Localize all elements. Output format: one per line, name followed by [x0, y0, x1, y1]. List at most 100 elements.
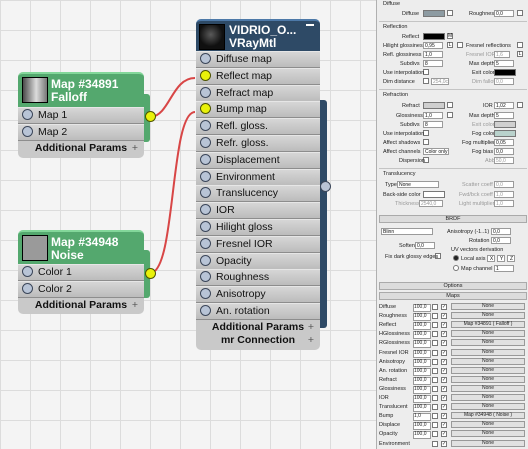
map-enable-checkbox[interactable]: [432, 431, 438, 438]
map-channel-spinner[interactable]: 1: [494, 265, 514, 272]
refract-subdivs-spinner[interactable]: 8: [423, 121, 443, 128]
vraymtl-slot-refl-gloss[interactable]: Refl. gloss.: [196, 118, 320, 136]
map-enable-checkbox[interactable]: [432, 440, 438, 447]
vraymtl-slot-refr-gloss[interactable]: Refr. gloss.: [196, 135, 320, 152]
expand-icon[interactable]: +: [308, 321, 314, 334]
map-enable-checkbox[interactable]: ✓: [441, 331, 447, 338]
input-socket[interactable]: [22, 126, 33, 137]
hilight-glossiness-spinner[interactable]: 0,95: [423, 42, 443, 49]
rotation-spinner[interactable]: 0,0: [491, 237, 511, 244]
map-enable-checkbox[interactable]: [432, 395, 438, 401]
dim-falloff-spinner[interactable]: 0,0: [494, 78, 514, 85]
map-enable-checkbox[interactable]: ✓: [441, 322, 447, 329]
expand-icon[interactable]: +: [132, 142, 138, 155]
input-socket[interactable]: [200, 170, 211, 182]
map-slot-button[interactable]: None: [451, 430, 525, 438]
diffuse-color-swatch[interactable]: [423, 10, 445, 17]
input-socket[interactable]: [200, 221, 211, 232]
reflect-map-button[interactable]: M: [447, 33, 453, 39]
reflect-exit-color-swatch[interactable]: [494, 69, 516, 76]
map-enable-checkbox[interactable]: ✓: [441, 313, 447, 320]
map-slot-button[interactable]: Map #34891 ( Falloff ): [451, 321, 525, 329]
vraymtl-slot-anisotropy[interactable]: Anisotropy: [196, 286, 320, 304]
map-enable-checkbox[interactable]: [432, 358, 438, 365]
input-socket[interactable]: [200, 187, 211, 199]
map-enable-checkbox[interactable]: ✓: [441, 304, 447, 310]
map-enable-checkbox[interactable]: ✓: [441, 413, 447, 420]
map-amount-spinner[interactable]: 100,0: [413, 322, 431, 331]
map-slot-button[interactable]: None: [451, 303, 525, 310]
expand-icon[interactable]: +: [132, 299, 138, 312]
diffuse-map-button[interactable]: [447, 10, 453, 16]
map-enable-checkbox[interactable]: [432, 404, 438, 411]
map-amount-spinner[interactable]: 100,0: [413, 313, 431, 322]
map-slot-button[interactable]: None: [451, 403, 525, 411]
light-multiplier-spinner[interactable]: 1,0: [494, 200, 514, 207]
input-socket[interactable]: [200, 288, 211, 300]
input-socket[interactable]: [200, 86, 211, 98]
map-enable-checkbox[interactable]: [432, 367, 438, 374]
axis-z-button[interactable]: Z: [507, 255, 515, 262]
map-enable-checkbox[interactable]: [432, 313, 438, 320]
node-canvas[interactable]: VIDRIO_O... VRayMtl Diffuse map Reflect m…: [0, 0, 376, 449]
vraymtl-slot-bump-map[interactable]: Bump map: [196, 101, 320, 119]
falloff-output-socket[interactable]: [145, 111, 156, 122]
roughness-spinner[interactable]: 0,0: [494, 10, 514, 17]
falloff-map-node[interactable]: Map #34891 Falloff Map 1 Map 2 Additiona…: [18, 72, 144, 158]
vraymtl-slot-fresnel-ior[interactable]: Fresnel IOR: [196, 235, 320, 253]
vraymtl-slot-roughness[interactable]: Roughness: [196, 269, 320, 287]
input-socket[interactable]: [200, 120, 211, 132]
map-amount-spinner[interactable]: 100,0: [413, 431, 431, 440]
map-enable-checkbox[interactable]: [432, 385, 438, 392]
map-amount-spinner[interactable]: 100,0: [413, 340, 431, 349]
map-enable-checkbox[interactable]: ✓: [441, 385, 447, 392]
input-socket[interactable]: [200, 271, 211, 283]
maps-rollout-header[interactable]: Maps: [379, 292, 527, 300]
additional-params-rollout[interactable]: Additional Params +: [18, 299, 144, 312]
map-enable-checkbox[interactable]: ✓: [441, 440, 447, 447]
refract-map-button[interactable]: [447, 102, 453, 108]
vraymtl-slot-environment[interactable]: Environment: [196, 168, 320, 186]
map-enable-checkbox[interactable]: [432, 322, 438, 329]
dim-distance-spinner[interactable]: 254,0c: [431, 78, 449, 85]
vraymtl-node-header[interactable]: VIDRIO_O... VRayMtl: [196, 19, 320, 53]
refract-max-depth-spinner[interactable]: 5: [494, 112, 514, 119]
map-enable-checkbox[interactable]: ✓: [441, 404, 447, 411]
reflect-subdivs-spinner[interactable]: 8: [423, 60, 443, 67]
vraymtl-slot-diffuse-map[interactable]: Diffuse map: [196, 51, 320, 68]
map-amount-spinner[interactable]: 100,0: [413, 367, 431, 376]
refract-color-swatch[interactable]: [423, 102, 445, 109]
map-amount-spinner[interactable]: 100,0: [413, 395, 431, 403]
falloff-slot-map-1[interactable]: Map 1: [18, 107, 144, 124]
map-slot-button[interactable]: Map #34948 ( Noise ): [451, 412, 525, 420]
input-socket[interactable]: [200, 204, 211, 216]
map-enable-checkbox[interactable]: ✓: [441, 422, 447, 429]
anisotropy-spinner[interactable]: 0,0: [491, 228, 511, 235]
map-slot-button[interactable]: None: [451, 421, 525, 429]
vraymtl-slot-opacity[interactable]: Opacity: [196, 252, 320, 270]
map-enable-checkbox[interactable]: [432, 376, 438, 383]
map-enable-checkbox[interactable]: [432, 340, 438, 347]
map-slot-button[interactable]: None: [451, 357, 525, 365]
input-socket[interactable]: [200, 69, 211, 81]
vraymtl-node[interactable]: VIDRIO_O... VRayMtl Diffuse map Reflect m…: [196, 19, 320, 350]
fresnel-ior-lock[interactable]: L: [517, 51, 523, 57]
map-amount-spinner[interactable]: 100,0: [413, 376, 431, 385]
fresnel-lock-button[interactable]: [517, 42, 523, 48]
affect-channels-dropdown[interactable]: Color only: [423, 148, 449, 155]
input-socket[interactable]: [200, 53, 211, 64]
reflect-max-depth-spinner[interactable]: 5: [494, 60, 514, 67]
map-enable-checkbox[interactable]: ✓: [441, 395, 447, 401]
local-axis-radio[interactable]: [453, 255, 459, 261]
mr-connection-rollout[interactable]: mr Connection +: [196, 334, 320, 347]
map-enable-checkbox[interactable]: ✓: [441, 340, 447, 347]
map-slot-button[interactable]: None: [451, 312, 525, 320]
brdf-type-dropdown[interactable]: Blinn: [381, 228, 433, 235]
input-socket[interactable]: [200, 103, 211, 115]
refract-exit-color-swatch[interactable]: [494, 121, 516, 128]
map-amount-spinner[interactable]: 1,0: [413, 413, 431, 422]
noise-map-node[interactable]: Map #34948 Noise Color 1 Color 2 Additio…: [18, 230, 144, 314]
map-enable-checkbox[interactable]: [432, 413, 438, 420]
map-slot-button[interactable]: None: [451, 384, 525, 392]
map-slot-button[interactable]: None: [451, 394, 525, 401]
